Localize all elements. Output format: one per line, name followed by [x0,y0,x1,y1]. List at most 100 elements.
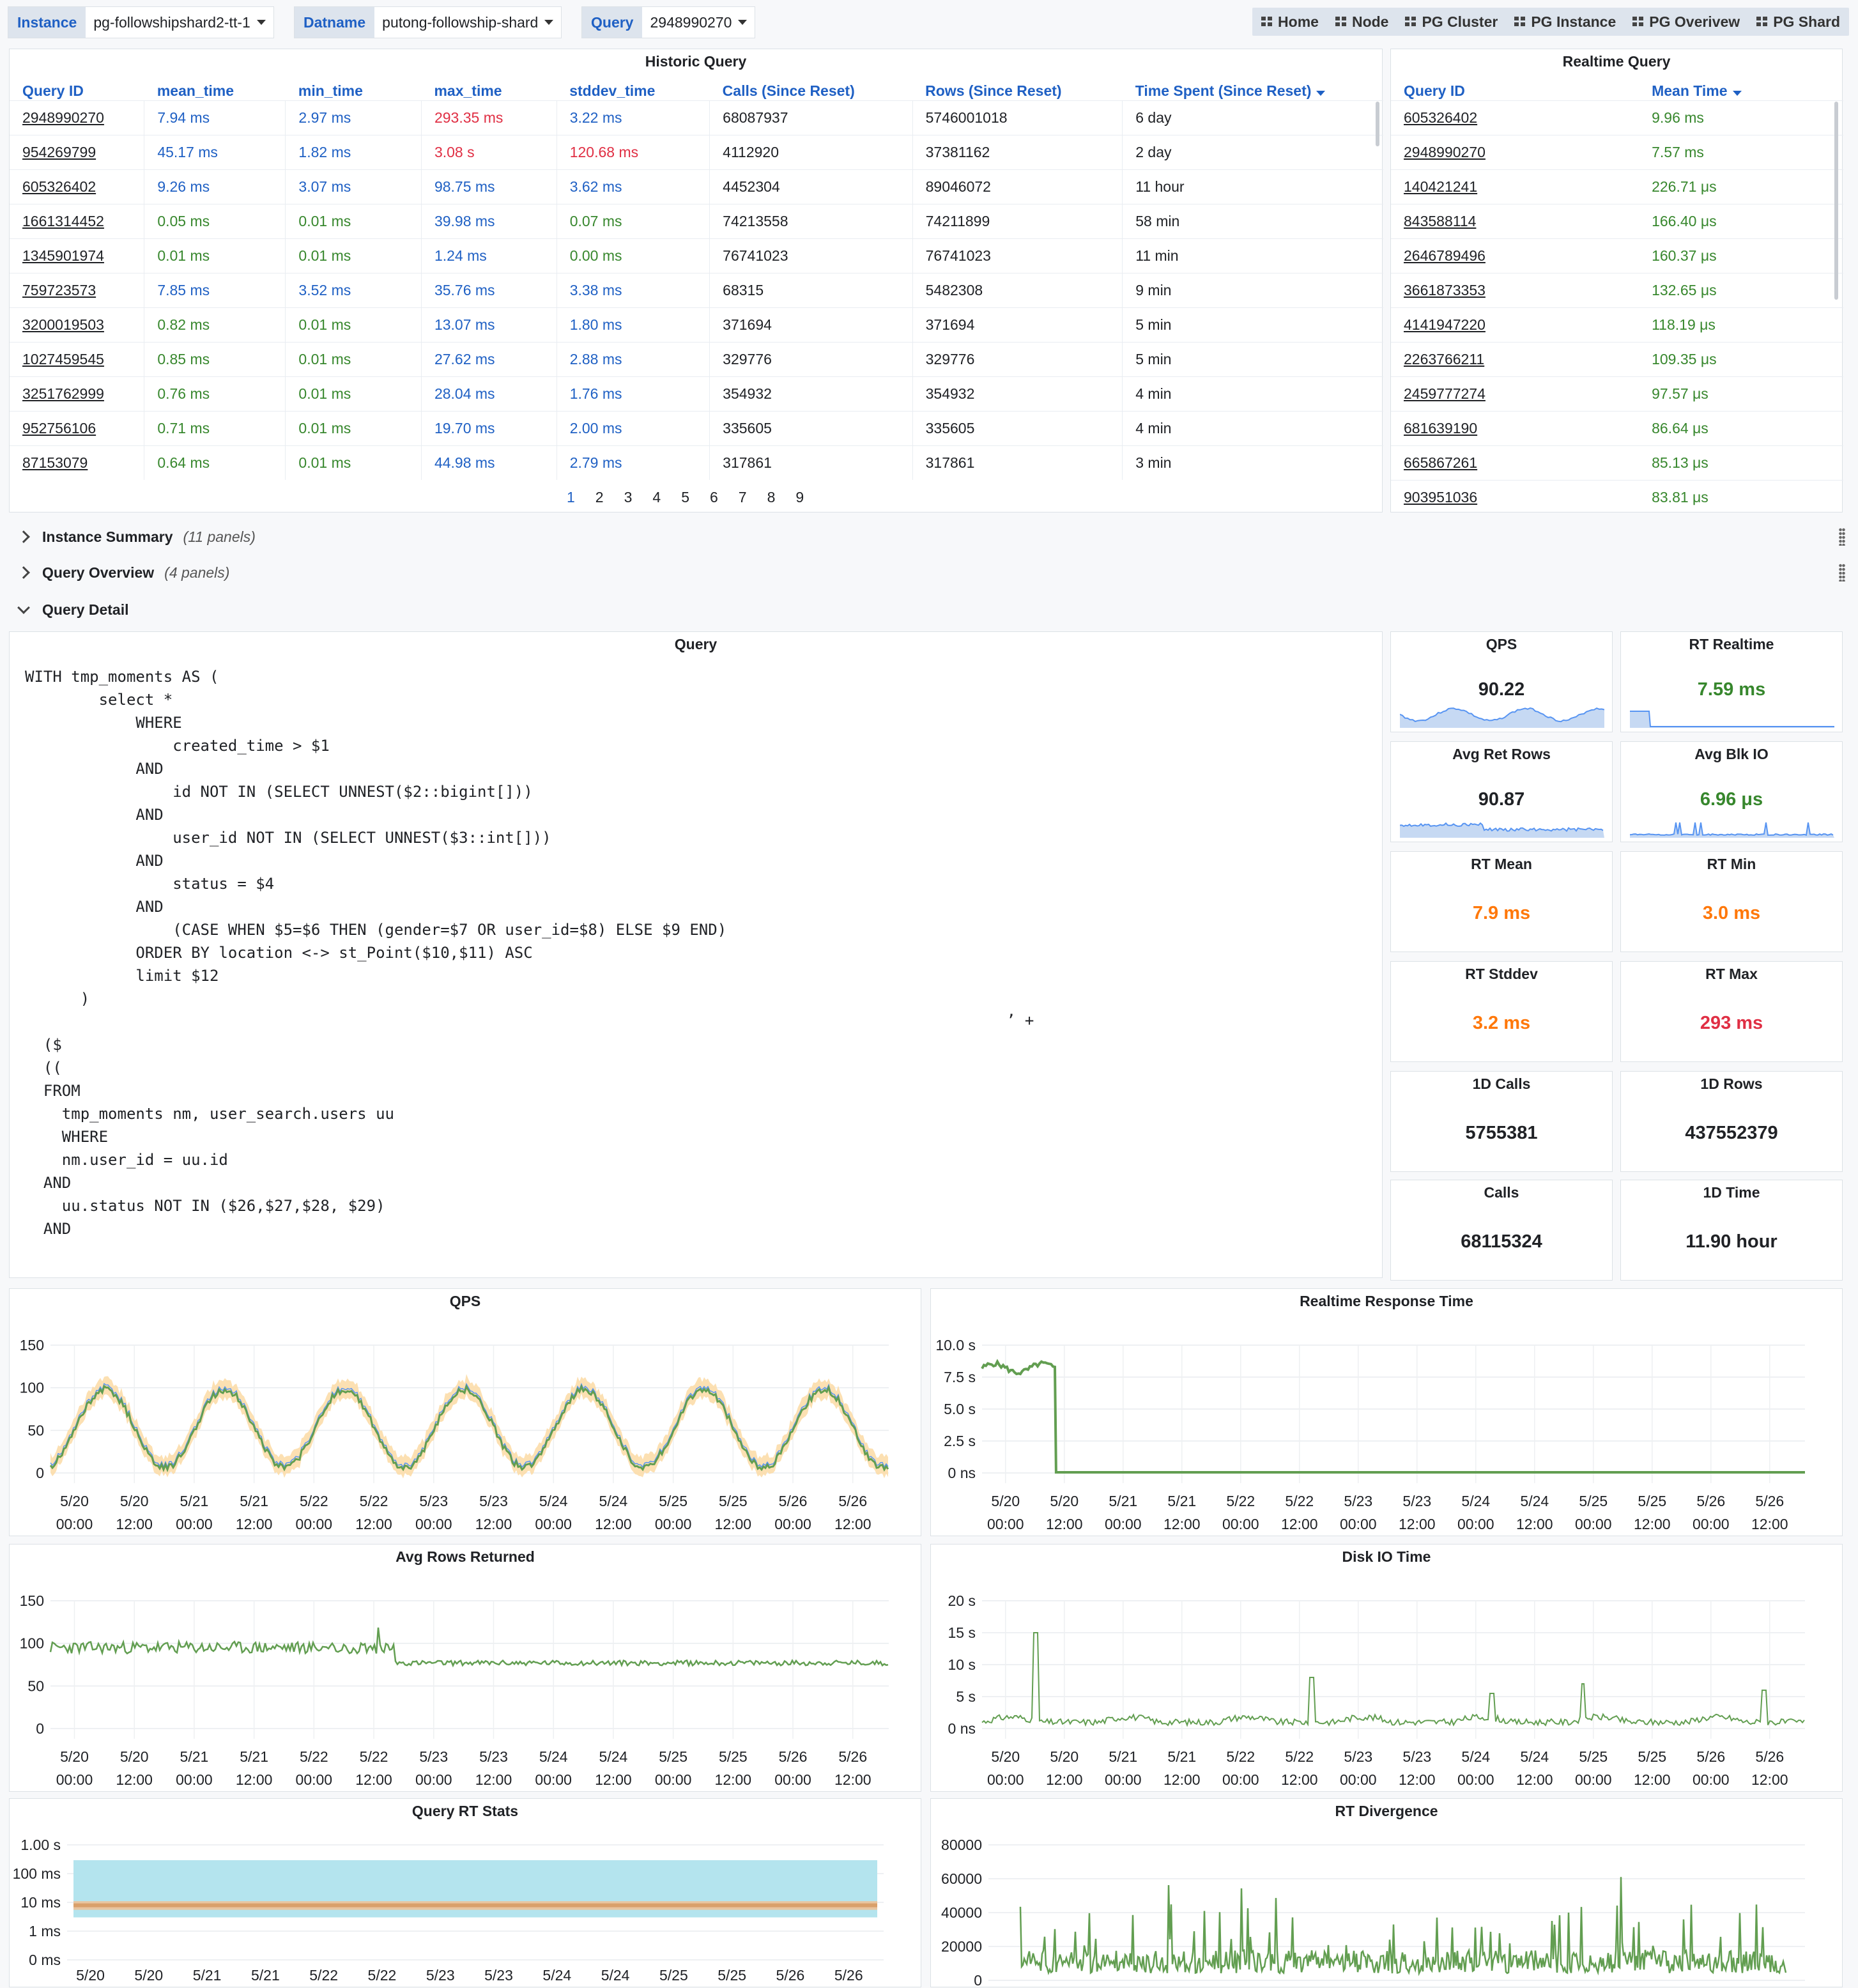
query-id-link[interactable]: 3200019503 [10,307,144,343]
query-id-link[interactable]: 605326402 [1391,100,1639,135]
dashboard-link-pg-overivew[interactable]: PG Overivew [1632,13,1740,31]
table-row[interactable]: 4141947220 118.19 μs [1391,307,1843,343]
table-row[interactable]: 87153079 0.64 ms 0.01 ms 44.98 ms 2.79 ms 317… [10,445,1383,480]
stat-rt-realtime[interactable]: RT Realtime 7.59 ms [1620,631,1843,732]
query-id-link[interactable]: 3251762999 [10,376,144,412]
page-link[interactable]: 2 [595,489,604,506]
page-link[interactable]: 3 [624,489,633,506]
rt-chart[interactable]: 10.0 s 7.5 s 5.0 s 2.5 s 0 ns 5/20 00:00 5/20 12… [931,1289,1843,1537]
table-scrollbar[interactable] [1376,102,1379,146]
query-id-link[interactable]: 2948990270 [1391,135,1639,170]
table-row[interactable]: 3251762999 0.76 ms 0.01 ms 28.04 ms 1.76 ms 3… [10,376,1383,412]
row-query-overview[interactable]: Query Overview (4 panels) [17,560,229,585]
stat-rt-mean[interactable]: RT Mean 7.9 ms [1390,851,1613,952]
stat-rt-min[interactable]: RT Min 3.0 ms [1620,851,1843,952]
query-id-link[interactable]: 605326402 [10,169,144,204]
query-id-link[interactable]: 87153079 [10,445,144,480]
table-row[interactable]: 843588114 166.40 μs [1391,204,1843,239]
query-id-link[interactable]: 1345901974 [10,238,144,274]
column-header[interactable]: Rows (Since Reset) [912,81,1123,101]
stat-1d-calls[interactable]: 1D Calls 5755381 [1390,1071,1613,1172]
rt-divergence-chart[interactable]: 80000 60000 40000 20000 0 [931,1799,1843,1988]
table-row[interactable]: 2646789496 160.37 μs [1391,238,1843,274]
table-row[interactable]: 3200019503 0.82 ms 0.01 ms 13.07 ms 1.80 ms 3… [10,307,1383,343]
query-id-link[interactable]: 1661314452 [10,204,144,239]
query-id-link[interactable]: 4141947220 [1391,307,1639,343]
stat-calls[interactable]: Calls 68115324 [1390,1180,1613,1281]
table-row[interactable]: 681639190 86.64 μs [1391,411,1843,446]
query-id-link[interactable]: 2646789496 [1391,238,1639,274]
query-id-link[interactable]: 954269799 [10,135,144,170]
stat-rt-stddev[interactable]: RT Stddev 3.2 ms [1390,961,1613,1062]
variable-select[interactable]: 2948990270 [642,7,755,38]
page-link[interactable]: 4 [652,489,661,506]
io-chart[interactable]: 20 s 15 s 10 s 5 s 0 ns 5/20 00:00 5/20 12:00 5/2… [931,1545,1843,1792]
stat-avg-ret-rows[interactable]: Avg Ret Rows 90.87 [1390,741,1613,842]
stat-1d-time[interactable]: 1D Time 11.90 hour [1620,1180,1843,1281]
rows-chart[interactable]: 150 100 50 0 5/20 00:00 5/20 12:00 5/21 00:00 5/21… [10,1545,922,1792]
rt-stats-chart[interactable]: 1.00 s 100 ms 10 ms 1 ms 0 ms 5/20 5/20 5/21 5/2… [10,1799,922,1988]
dashboard-link-pg-cluster[interactable]: PG Cluster [1405,13,1498,31]
query-id-link[interactable]: 2459777274 [1391,376,1639,412]
column-header[interactable]: Query ID [10,81,144,101]
column-header[interactable]: stddev_time [557,81,709,101]
page-link[interactable]: 9 [795,489,804,506]
page-link[interactable]: 6 [710,489,718,506]
drag-handle-icon[interactable] [1839,528,1845,546]
table-row[interactable]: 952756106 0.71 ms 0.01 ms 19.70 ms 2.00 ms 33… [10,411,1383,446]
variable-select[interactable]: pg-followshipshard2-tt-1 [86,7,273,38]
query-id-link[interactable]: 903951036 [1391,480,1639,514]
table-row[interactable]: 1027459545 0.85 ms 0.01 ms 27.62 ms 2.88 ms 3… [10,342,1383,377]
table-row[interactable]: 1345901974 0.01 ms 0.01 ms 1.24 ms 0.00 ms 76… [10,238,1383,274]
table-row[interactable]: 3661873353 132.65 μs [1391,273,1843,308]
column-header[interactable]: min_time [286,81,422,101]
column-header[interactable]: mean_time [144,81,286,101]
query-sql-text[interactable]: WITH tmp_moments AS ( select * WHERE cre… [25,665,726,1240]
table-row[interactable]: 2948990270 7.57 ms [1391,135,1843,170]
query-id-link[interactable]: 681639190 [1391,411,1639,446]
dashboard-link-pg-instance[interactable]: PG Instance [1514,13,1616,31]
query-id-link[interactable]: 665867261 [1391,445,1639,481]
row-instance-summary[interactable]: Instance Summary (11 panels) [17,524,256,550]
column-header[interactable]: Time Spent (Since Reset) [1123,81,1383,101]
qps-chart[interactable]: 150 100 50 0 5/20 00:00 5/20 12:00 5/21 00:00 5/21… [10,1289,922,1537]
column-header[interactable]: Query ID [1391,81,1639,101]
variable-select[interactable]: putong-followship-shard [374,7,561,38]
table-row[interactable]: 665867261 85.13 μs [1391,445,1843,481]
dashboard-link-home[interactable]: Home [1261,13,1319,31]
page-link[interactable]: 1 [567,489,575,506]
table-row[interactable]: 605326402 9.26 ms 3.07 ms 98.75 ms 3.62 ms 44… [10,169,1383,204]
stat-avg-blk-io[interactable]: Avg Blk IO 6.96 μs [1620,741,1843,842]
table-scrollbar[interactable] [1834,102,1838,300]
table-row[interactable]: 903951036 83.81 μs [1391,480,1843,514]
query-id-link[interactable]: 1027459545 [10,342,144,377]
table-row[interactable]: 140421241 226.71 μs [1391,169,1843,204]
dashboard-link-pg-shard[interactable]: PG Shard [1756,13,1840,31]
stat-qps[interactable]: QPS 90.22 [1390,631,1613,732]
drag-handle-icon[interactable] [1839,564,1845,582]
row-query-detail[interactable]: Query Detail [17,597,129,622]
table-row[interactable]: 2948990270 7.94 ms 2.97 ms 293.35 ms 3.22 ms… [10,100,1383,135]
query-id-link[interactable]: 140421241 [1391,169,1639,204]
query-id-link[interactable]: 2948990270 [10,100,144,135]
column-header[interactable]: Calls (Since Reset) [710,81,912,101]
table-row[interactable]: 954269799 45.17 ms 1.82 ms 3.08 s 120.68 ms 4… [10,135,1383,170]
query-id-link[interactable]: 759723573 [10,273,144,308]
table-row[interactable]: 2263766211 109.35 μs [1391,342,1843,377]
page-link[interactable]: 7 [739,489,747,506]
table-row[interactable]: 2459777274 97.57 μs [1391,376,1843,412]
table-row[interactable]: 1661314452 0.05 ms 0.01 ms 39.98 ms 0.07 ms 7… [10,204,1383,239]
page-link[interactable]: 5 [681,489,689,506]
stat-1d-rows[interactable]: 1D Rows 437552379 [1620,1071,1843,1172]
stat-rt-max[interactable]: RT Max 293 ms [1620,961,1843,1062]
query-id-link[interactable]: 3661873353 [1391,273,1639,308]
query-id-link[interactable]: 843588114 [1391,204,1639,239]
table-row[interactable]: 605326402 9.96 ms [1391,100,1843,135]
table-row[interactable]: 759723573 7.85 ms 3.52 ms 35.76 ms 3.38 ms 68… [10,273,1383,308]
query-id-link[interactable]: 952756106 [10,411,144,446]
page-link[interactable]: 8 [767,489,776,506]
query-id-link[interactable]: 2263766211 [1391,342,1639,377]
column-header[interactable]: max_time [421,81,557,101]
dashboard-link-node[interactable]: Node [1335,13,1388,31]
column-header[interactable]: Mean Time [1639,81,1843,101]
